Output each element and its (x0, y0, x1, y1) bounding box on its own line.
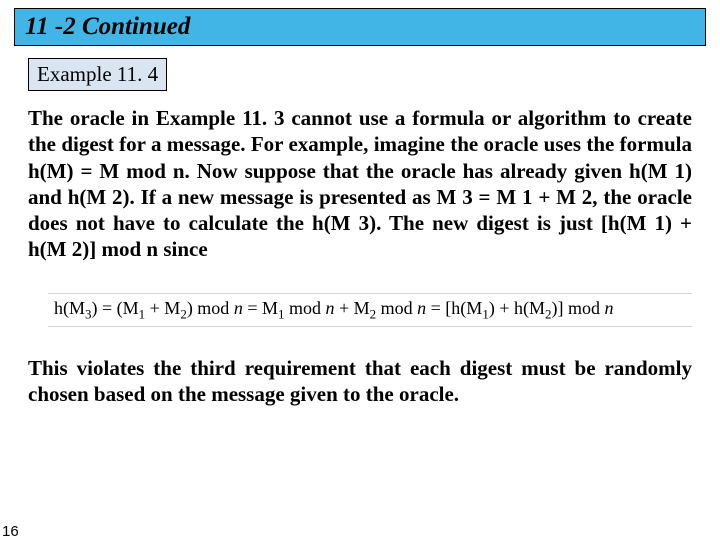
paragraph-1: The oracle in Example 11. 3 cannot use a… (28, 105, 692, 263)
formula-part: ) = (M (92, 298, 139, 318)
formula-part: = [h(M (426, 298, 482, 318)
formula-part: + M (145, 298, 180, 318)
formula-part: h(M (54, 298, 85, 318)
formula: h(M3) = (M1 + M2) mod n = M1 mod n + M2 … (48, 293, 692, 328)
example-badge: Example 11. 4 (28, 58, 167, 91)
page-number: 16 (2, 523, 19, 540)
formula-part: ) + h(M (489, 298, 545, 318)
section-title: 11 -2 Continued (25, 13, 190, 40)
formula-part: mod (284, 298, 325, 318)
formula-var: n (417, 298, 426, 318)
paragraph-2: This violates the third requirement that… (28, 355, 692, 408)
formula-part: + M (334, 298, 369, 318)
formula-part: = M (243, 298, 278, 318)
formula-part: ) mod (187, 298, 234, 318)
formula-part: mod (376, 298, 417, 318)
formula-var: n (604, 298, 613, 318)
formula-part: )] mod (551, 298, 604, 318)
formula-var: n (234, 298, 243, 318)
section-header: 11 -2 Continued (14, 8, 706, 46)
